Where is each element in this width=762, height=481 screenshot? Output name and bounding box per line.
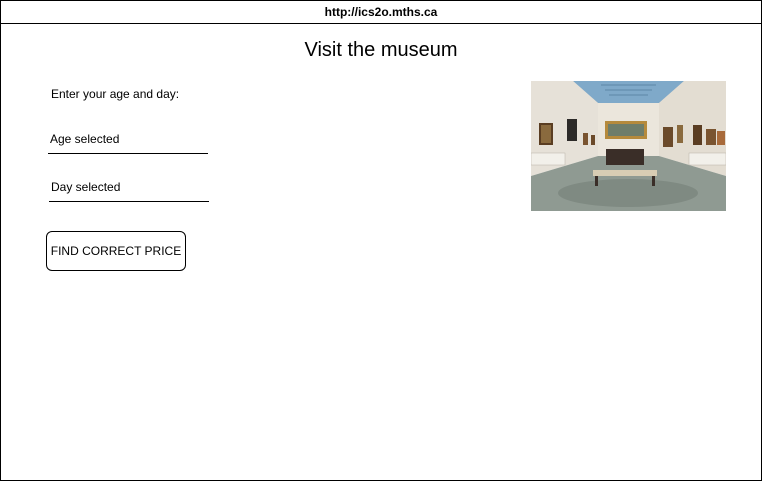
day-field [49,177,209,202]
left-doorway [567,119,577,141]
display-case [606,149,644,165]
right-painting-2 [693,125,702,145]
day-input[interactable] [49,177,201,197]
right-painting-1 [663,127,673,147]
bench [593,170,657,176]
page-title: Visit the museum [304,39,458,61]
address-bar: http://ics2o.mths.ca [1,1,761,24]
museum-gallery-image [531,81,726,211]
age-input[interactable] [48,129,200,149]
url-text: http://ics2o.mths.ca [324,5,438,19]
museum-gallery-illustration [531,81,726,211]
wireframe-frame: http://ics2o.mths.ca Visit the museum En… [0,0,762,481]
instruction-label: Enter your age and day: [51,87,180,101]
age-field [48,129,208,154]
find-price-button[interactable]: FIND CORRECT PRICE [46,231,186,271]
